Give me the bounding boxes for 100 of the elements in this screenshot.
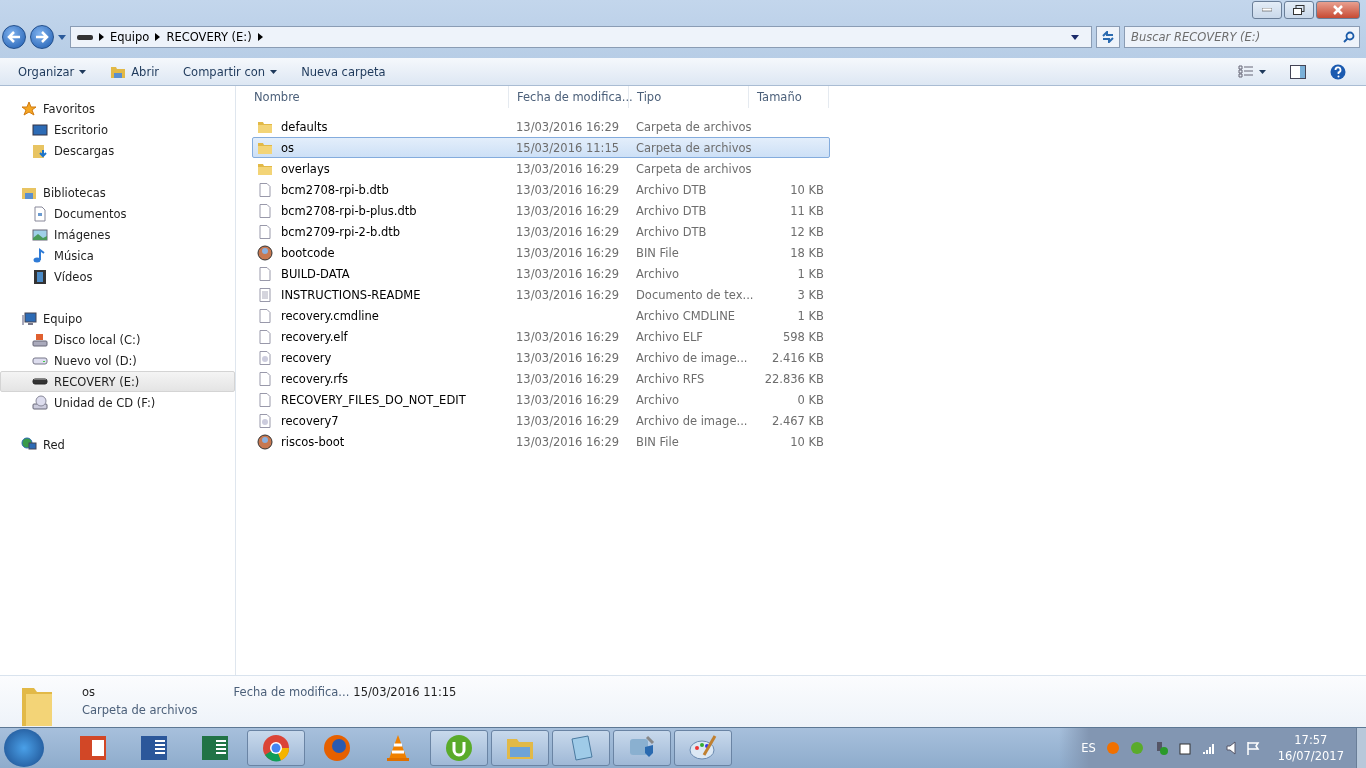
date-cell: 13/03/2016 16:29: [516, 329, 620, 344]
file-row[interactable]: BUILD-DATA 13/03/2016 16:29 Archivo 1 KB: [252, 263, 830, 284]
file-row[interactable]: overlays 13/03/2016 16:29 Carpeta de archivos: [252, 158, 830, 179]
file-name: bcm2708-rpi-b-plus.dtb: [281, 203, 417, 218]
image-file-icon: [257, 349, 273, 366]
size-cell: 1 KB: [797, 308, 824, 323]
flag-icon: [1245, 741, 1260, 755]
property-label: Fecha de modifica...: [233, 685, 350, 699]
nav-item[interactable]: Documentos: [0, 203, 235, 224]
size-cell: 598 KB: [782, 329, 824, 344]
file-row[interactable]: bcm2709-rpi-2-b.dtb 13/03/2016 16:29 Archivo DTB 12 KB: [252, 221, 830, 242]
nav-item[interactable]: Unidad de CD (F:): [0, 392, 235, 413]
drive-icon: [32, 378, 48, 385]
word-processor-icon: [139, 733, 169, 763]
start-button[interactable]: [4, 729, 44, 767]
toolbar-button[interactable]: Nueva carpeta: [291, 60, 396, 83]
date-cell: 13/03/2016 16:29: [516, 287, 620, 302]
drive-icon: [32, 356, 48, 365]
column-header[interactable]: Tamaño: [749, 86, 829, 108]
taskbar-app-button[interactable]: [430, 730, 488, 766]
file-row[interactable]: os 15/03/2016 11:15 Carpeta de archivos: [252, 137, 830, 158]
file-icon: [257, 307, 273, 324]
file-name: BUILD-DATA: [281, 266, 350, 281]
nav-group-item[interactable]: Equipo: [0, 308, 235, 329]
nav-item[interactable]: Nuevo vol (D:): [0, 350, 235, 371]
file-row[interactable]: RECOVERY_FILES_DO_NOT_EDIT 13/03/2016 16:29 Archivo 0 KB: [252, 389, 830, 410]
column-header[interactable]: Nombre: [246, 86, 509, 108]
date-cell: 13/03/2016 16:29: [516, 413, 620, 428]
file-row[interactable]: bcm2708-rpi-b.dtb 13/03/2016 16:29 Archivo DTB 10 KB: [252, 179, 830, 200]
size-cell: 12 KB: [790, 224, 824, 239]
size-cell: 2.416 KB: [772, 350, 824, 365]
file-name: recovery7: [281, 413, 339, 428]
preview-pane-icon: [1290, 64, 1306, 79]
chevron-icon: [257, 33, 263, 41]
nav-item[interactable]: RECOVERY (E:): [0, 371, 235, 392]
type-cell: Carpeta de archivos: [636, 161, 752, 176]
toolbar-button[interactable]: Organizar: [8, 60, 97, 83]
show-desktop-button[interactable]: [1356, 728, 1366, 768]
document-icon: [32, 205, 48, 222]
file-row[interactable]: bootcode 13/03/2016 16:29 BIN File 18 KB: [252, 242, 830, 263]
nav-item[interactable]: Descargas: [0, 140, 235, 161]
refresh-button[interactable]: [1096, 26, 1120, 48]
date-cell: 13/03/2016 16:29: [516, 203, 620, 218]
file-row[interactable]: recovery.cmdline Archivo CMDLINE 1 KB: [252, 305, 830, 326]
file-row[interactable]: recovery.rfs 13/03/2016 16:29 Archivo RFS 22.836 KB: [252, 368, 830, 389]
picture-icon: [32, 226, 48, 243]
restore-button[interactable]: [1284, 1, 1314, 19]
type-cell: BIN File: [636, 434, 679, 449]
caret-icon: [1071, 34, 1079, 40]
type-cell: Archivo CMDLINE: [636, 308, 736, 323]
address-bar[interactable]: Equipo RECOVERY (E:): [70, 26, 1092, 48]
nav-group-item[interactable]: Favoritos: [0, 98, 235, 119]
nav-item[interactable]: Música: [0, 245, 235, 266]
nav-group-item[interactable]: Red: [0, 434, 235, 455]
back-button[interactable]: [2, 25, 26, 49]
breadcrumb-item[interactable]: Equipo: [110, 30, 150, 44]
search-field[interactable]: Buscar RECOVERY (E:): [1124, 26, 1360, 48]
breadcrumb-item[interactable]: RECOVERY (E:): [166, 30, 252, 44]
size-cell: 11 KB: [790, 203, 824, 218]
slides-app-icon: [78, 733, 108, 763]
folder-icon: [110, 64, 127, 79]
fox-globe-icon: [322, 733, 352, 763]
file-name: bootcode: [281, 245, 335, 260]
nav-item[interactable]: Vídeos: [0, 266, 235, 287]
nav-group-item[interactable]: Bibliotecas: [0, 182, 235, 203]
file-icon: [257, 223, 273, 240]
spreadsheet-icon: [200, 733, 230, 763]
nav-item[interactable]: Escritorio: [0, 119, 235, 140]
close-button[interactable]: [1316, 1, 1360, 19]
file-name: recovery.elf: [281, 329, 348, 344]
file-row[interactable]: recovery.elf 13/03/2016 16:29 Archivo ELF 598 KB: [252, 326, 830, 347]
date-cell: 13/03/2016 16:29: [516, 392, 620, 407]
file-name: os: [281, 140, 295, 155]
type-cell: Archivo RFS: [636, 371, 705, 386]
file-icon: [257, 265, 273, 282]
file-row[interactable]: bcm2708-rpi-b-plus.dtb 13/03/2016 16:29 Archivo DTB 11 KB: [252, 200, 830, 221]
disc-icon: [257, 244, 273, 261]
file-row[interactable]: defaults 13/03/2016 16:29 Carpeta de archivos: [252, 116, 830, 137]
file-row[interactable]: riscos-boot 13/03/2016 16:29 BIN File 10 KB: [252, 431, 830, 452]
file-name: recovery: [281, 350, 332, 365]
nav-item[interactable]: Disco local (C:): [0, 329, 235, 350]
taskbar-app-button[interactable]: [247, 730, 305, 766]
restore-icon: [1293, 5, 1305, 15]
taskbar-app-button[interactable]: [613, 730, 671, 766]
nav-item[interactable]: Imágenes: [0, 224, 235, 245]
forward-button[interactable]: [30, 25, 54, 49]
file-row[interactable]: recovery 13/03/2016 16:29 Archivo de image... 2.416 KB: [252, 347, 830, 368]
file-row[interactable]: recovery7 13/03/2016 16:29 Archivo de image... 2.467 KB: [252, 410, 830, 431]
toolbar-button[interactable]: Compartir con: [173, 60, 288, 83]
text-file-icon: [257, 286, 273, 303]
file-name: bcm2708-rpi-b.dtb: [281, 182, 389, 197]
network-globe-icon: [21, 436, 37, 453]
cd-drive-icon: [32, 394, 48, 411]
type-cell: Archivo: [636, 266, 679, 281]
type-cell: Carpeta de archivos: [636, 119, 752, 134]
size-cell: 10 KB: [790, 182, 824, 197]
toolbar-button[interactable]: Abrir: [100, 60, 170, 83]
taskbar-app-button[interactable]: [674, 730, 732, 766]
file-row[interactable]: INSTRUCTIONS-README 13/03/2016 16:29 Documento de tex... 3 KB: [252, 284, 830, 305]
signal-icon: [1201, 741, 1216, 755]
